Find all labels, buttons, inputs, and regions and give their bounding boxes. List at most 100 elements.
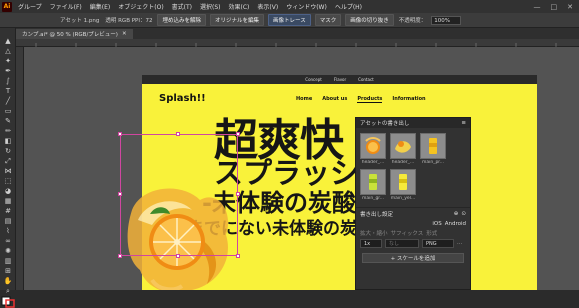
export-scale-row: 1x なし PNG ⋯ [356,238,470,249]
asset-name-label: アセット 1.png [60,16,99,24]
menu-bar: Ai グループ ファイル(F) 編集(E) オブジェクト(O) 書式(T) 選択… [0,0,579,13]
format-select[interactable]: PNG [422,239,454,248]
toolbar-grip [0,28,16,36]
asset-item[interactable]: main_gr... [360,169,386,201]
platform-ios[interactable]: iOS [432,221,441,227]
zoom-tool-icon[interactable]: ⌕ [0,286,16,296]
scale-column-label: 拡大・縮小 [360,229,388,237]
menu-view[interactable]: 表示(V) [257,2,278,11]
eraser-tool-icon[interactable]: ◧ [0,136,16,146]
eyedropper-icon[interactable]: ⌇ [0,226,16,236]
direct-selection-tool-icon[interactable]: △ [0,46,16,56]
asset-name: main_gr... [360,196,386,201]
handle-top-right[interactable] [236,132,240,136]
menu-edit[interactable]: 編集(E) [90,2,110,11]
crop-image-button[interactable]: 画像の切り抜き [345,14,394,26]
asset-name: header_... [390,160,416,165]
asset-item[interactable]: main_yel... [390,169,416,201]
site-logo: Splash!! [159,93,206,104]
canvas-workspace[interactable]: Concept Flavor Contact Splash!! Home Abo… [24,47,579,290]
menu-type[interactable]: 書式(T) [172,2,192,11]
blend-tool-icon[interactable]: ∞ [0,236,16,246]
mask-button[interactable]: マスク [315,14,342,26]
minimize-icon[interactable]: — [534,3,541,11]
tab-close-icon[interactable]: ✕ [122,31,127,37]
menu-window[interactable]: ウィンドウ(W) [286,2,327,11]
handle-bottom-right[interactable] [236,254,240,258]
symbol-sprayer-icon[interactable]: ✺ [0,246,16,256]
platform-android[interactable]: Android [445,221,466,227]
menu-help[interactable]: ヘルプ(H) [335,2,362,11]
suffix-column-label: サフィックス [391,229,424,237]
scale-select[interactable]: 1x [360,239,382,248]
handle-middle-right[interactable] [236,192,240,196]
gradient-tool-icon[interactable]: ▤ [0,216,16,226]
handle-top-left[interactable] [118,132,122,136]
paintbrush-tool-icon[interactable]: ✎ [0,116,16,126]
asset-thumbnail-can [420,133,446,159]
selection-bounding-box[interactable] [120,134,238,256]
selection-tool-icon[interactable]: ▲ [0,36,16,46]
artboard-top-strip: Concept Flavor Contact [142,75,537,84]
type-tool-icon[interactable]: T [0,86,16,96]
fill-stroke-swatch[interactable] [0,296,16,308]
document-tab-title: カンプ.ai* @ 50 % (RGB/プレビュー) [22,30,118,38]
illustrator-app-icon: Ai [2,2,12,12]
nav-products: Products [357,96,382,103]
menu-select[interactable]: 選択(S) [200,2,221,11]
add-scale-button[interactable]: + スケールを追加 [362,253,464,263]
suffix-input[interactable]: なし [385,239,419,248]
handle-bottom-left[interactable] [118,254,122,258]
pencil-tool-icon[interactable]: ✏ [0,126,16,136]
nav-about-us: About us [322,96,347,103]
opacity-input[interactable]: 100% [431,16,461,25]
handle-middle-left[interactable] [118,192,122,196]
remove-scale-icon[interactable]: ⋯ [457,241,463,247]
asset-thumbnails: header_... header_... main_pr... main_gr… [356,128,470,201]
perspective-grid-icon[interactable]: ▦ [0,196,16,206]
panel-menu-icon[interactable]: ≡ [461,120,466,126]
document-tab[interactable]: カンプ.ai* @ 50 % (RGB/プレビュー) ✕ [16,29,133,39]
asset-thumbnail-splash [390,133,416,159]
opacity-label: 不透明度： [399,16,427,24]
shape-builder-icon[interactable]: ◕ [0,186,16,196]
mesh-tool-icon[interactable]: # [0,206,16,216]
menu-file[interactable]: ファイル(F) [50,2,82,11]
pen-tool-icon[interactable]: ✒ [0,66,16,76]
menu-object[interactable]: オブジェクト(O) [118,2,163,11]
scale-tool-icon[interactable]: ⤢ [0,156,16,166]
free-transform-icon[interactable]: ⬚ [0,176,16,186]
asset-item[interactable]: header_... [360,133,386,165]
rotate-tool-icon[interactable]: ↻ [0,146,16,156]
export-settings-icon-a[interactable]: ⊕ [454,211,459,217]
export-settings-header[interactable]: 書き出し設定 ⊕ ⊙ [356,207,470,220]
handle-bottom-center[interactable] [176,254,180,258]
document-tab-bar: カンプ.ai* @ 50 % (RGB/プレビュー) ✕ [16,28,579,39]
handle-top-center[interactable] [176,132,180,136]
export-settings-icon-b[interactable]: ⊙ [461,211,466,217]
menu-group[interactable]: グループ [18,2,42,11]
maximize-icon[interactable]: □ [551,3,558,11]
magic-wand-icon[interactable]: ✦ [0,56,16,66]
hand-tool-icon[interactable]: ✋ [0,276,16,286]
artboard-tool-icon[interactable]: ⊞ [0,266,16,276]
close-icon[interactable]: ✕ [567,3,573,11]
width-tool-icon[interactable]: ⋈ [0,166,16,176]
horizontal-ruler[interactable] [16,39,579,47]
curvature-tool-icon[interactable]: ∫ [0,76,16,86]
asset-item[interactable]: header_... [390,133,416,165]
line-tool-icon[interactable]: ╱ [0,96,16,106]
menu-effect[interactable]: 効果(C) [229,2,250,11]
panel-title: アセットの書き出し [360,119,409,127]
asset-thumbnail-yellow-can [390,169,416,195]
vertical-ruler[interactable] [16,47,24,290]
embed-release-button[interactable]: 埋め込みを解除 [157,14,206,26]
color-mode-label: 透明 RGB PPI：72 [105,16,152,24]
graph-tool-icon[interactable]: ▥ [0,256,16,266]
panel-header: アセットの書き出し ≡ [356,118,470,128]
rectangle-tool-icon[interactable]: ▭ [0,106,16,116]
edit-original-button[interactable]: オリジナルを編集 [210,14,264,26]
asset-item[interactable]: main_pr... [420,133,446,165]
image-trace-button[interactable]: 画像トレース [268,14,311,26]
asset-name: header_... [360,160,386,165]
